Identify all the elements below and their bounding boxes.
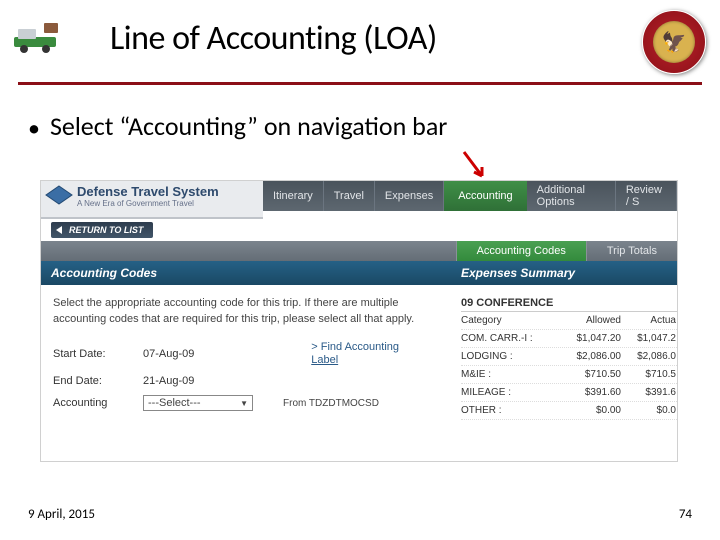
title-underline xyxy=(18,82,702,85)
subnav-accounting-codes[interactable]: Accounting Codes xyxy=(456,241,586,261)
main-nav: Itinerary Travel Expenses Accounting Add… xyxy=(263,181,677,211)
nav-tab-travel[interactable]: Travel xyxy=(324,181,375,211)
dts-screenshot: Defense Travel System A New Era of Gover… xyxy=(40,180,678,462)
accounting-codes-heading: Accounting Codes xyxy=(41,261,451,285)
sub-nav: Accounting Codes Trip Totals xyxy=(41,241,677,261)
dts-logo-title: Defense Travel System xyxy=(77,184,219,199)
dts-logo-sub: A New Era of Government Travel xyxy=(77,199,219,208)
dts-diamond-icon xyxy=(44,184,74,206)
bullet-text: •Select “Accounting” on navigation bar xyxy=(28,110,447,143)
start-date-label: Start Date: xyxy=(53,348,143,360)
accounting-select[interactable]: ---Select--- ▼ xyxy=(143,395,253,411)
footer-page-number: 74 xyxy=(679,507,692,522)
col-allowed: Allowed xyxy=(561,315,621,326)
find-accounting-text2: Label xyxy=(311,354,399,367)
nav-tab-accounting[interactable]: Accounting xyxy=(444,181,526,211)
expense-row: COM. CARR.-I :$1,047.20$1,047.2 xyxy=(461,330,677,348)
expense-row: LODGING :$2,086.00$2,086.0 xyxy=(461,348,677,366)
expense-header-row: Category Allowed Actua xyxy=(461,312,677,330)
col-category: Category xyxy=(461,315,561,326)
accounting-label: Accounting xyxy=(53,397,143,409)
from-text: From TDZDTMOCSD xyxy=(283,398,379,409)
dts-logo: Defense Travel System A New Era of Gover… xyxy=(41,181,263,219)
end-date-value: 21-Aug-09 xyxy=(143,375,194,387)
expenses-summary-heading: Expenses Summary xyxy=(451,261,677,285)
chevron-down-icon: ▼ xyxy=(240,399,248,408)
nav-tab-itinerary[interactable]: Itinerary xyxy=(263,181,324,211)
nav-tab-expenses[interactable]: Expenses xyxy=(375,181,444,211)
instructions-text: Select the appropriate accounting code f… xyxy=(53,295,439,327)
find-accounting-link[interactable]: Find Accounting Label xyxy=(311,341,399,367)
select-placeholder: ---Select--- xyxy=(148,397,201,409)
expense-row: M&IE :$710.50$710.5 xyxy=(461,366,677,384)
end-date-label: End Date: xyxy=(53,375,143,387)
subnav-trip-totals[interactable]: Trip Totals xyxy=(586,241,677,261)
nav-tab-additional[interactable]: Additional Options xyxy=(527,181,616,211)
col-actual: Actua xyxy=(621,315,676,326)
trip-name: 09 CONFERENCE xyxy=(461,293,677,312)
slide-title: Line of Accounting (LOA) xyxy=(110,18,437,59)
footer-date: 9 April, 2015 xyxy=(28,507,95,522)
expense-row: MILEAGE :$391.60$391.6 xyxy=(461,384,677,402)
expense-row: OTHER :$0.00$0.0 xyxy=(461,402,677,420)
truck-train-icon xyxy=(10,15,70,55)
usmc-seal-icon: 🦅 xyxy=(642,10,706,74)
start-date-value: 07-Aug-09 xyxy=(143,348,194,360)
find-accounting-text1: Find Accounting xyxy=(311,341,399,354)
nav-tab-review[interactable]: Review / S xyxy=(616,181,677,211)
bullet-label: Select “Accounting” on navigation bar xyxy=(50,110,447,142)
red-arrow-icon xyxy=(460,150,490,184)
return-to-list-button[interactable]: RETURN TO LIST xyxy=(51,222,153,238)
